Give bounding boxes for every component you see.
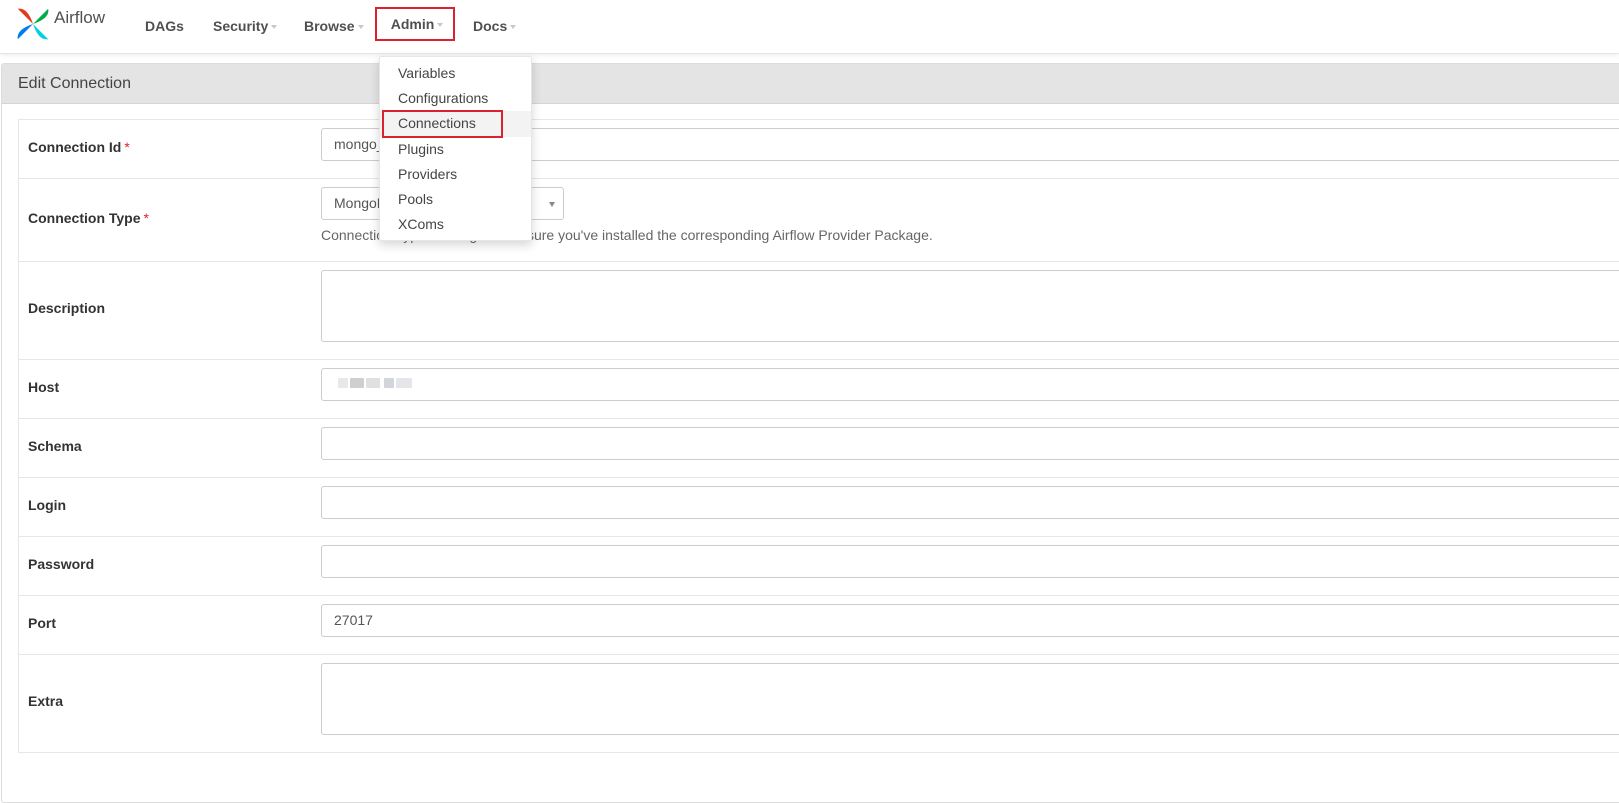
password-label: Password	[28, 556, 95, 572]
host-label: Host	[28, 379, 60, 395]
caret-down-icon	[271, 25, 278, 29]
menu-item-label: Configurations	[398, 90, 489, 107]
nav-admin-label: Admin	[390, 16, 435, 32]
form-row-connection-type: Connection Type * MongoDB Connection Type…	[19, 179, 1619, 262]
port-input[interactable]: 27017	[321, 604, 1619, 637]
form-row-connection-id: Connection Id * mongo_	[19, 120, 1619, 179]
menu-item-xcoms[interactable]: XComs	[380, 212, 531, 237]
menu-item-connections[interactable]: Connections	[380, 110, 531, 139]
login-label: Login	[28, 497, 67, 513]
nav-browse[interactable]: Browse	[304, 16, 364, 36]
nav-security-label: Security	[213, 18, 269, 34]
nav-dags[interactable]: DAGs	[145, 16, 184, 36]
form-row-schema: Schema	[19, 419, 1619, 478]
menu-item-pools[interactable]: Pools	[380, 187, 531, 212]
connection-type-label: Connection Type *	[28, 210, 149, 226]
port-label: Port	[28, 615, 56, 631]
menu-item-label: Plugins	[398, 140, 444, 157]
brand-link[interactable]: Airflow	[14, 4, 105, 44]
nav-docs[interactable]: Docs	[473, 16, 517, 36]
password-input[interactable]	[321, 545, 1619, 578]
top-navbar: Airflow DAGs Security Browse Admin Docs	[0, 0, 1619, 54]
nav-security[interactable]: Security	[213, 16, 278, 36]
connection-type-label-text: Connection Type	[28, 210, 141, 226]
connection-id-label-text: Connection Id	[28, 139, 122, 155]
form-row-login: Login	[19, 478, 1619, 537]
menu-item-variables[interactable]: Variables	[380, 61, 531, 86]
host-input[interactable]	[321, 368, 1619, 401]
form-row-port: Port 27017	[19, 596, 1619, 655]
airflow-logo-icon	[14, 5, 52, 43]
caret-down-icon	[549, 202, 555, 207]
connection-form: Connection Id * mongo_ Connection Type * M…	[18, 119, 1619, 753]
brand-name: Airflow	[54, 8, 106, 27]
required-mark: *	[143, 210, 149, 226]
extra-textarea[interactable]	[321, 663, 1619, 735]
redacted-block	[366, 378, 380, 388]
menu-item-label: XComs	[398, 216, 444, 233]
menu-item-configurations[interactable]: Configurations	[380, 86, 531, 111]
nav-admin[interactable]: Admin	[375, 7, 455, 41]
nav-browse-label: Browse	[304, 18, 355, 34]
caret-down-icon	[437, 23, 444, 27]
edit-connection-panel: Edit Connection Connection Id * mongo_ Co…	[1, 63, 1619, 803]
form-row-description: Description	[19, 262, 1619, 360]
required-mark: *	[124, 139, 130, 155]
description-textarea[interactable]	[321, 270, 1619, 342]
nav-dags-label: DAGs	[145, 18, 184, 34]
panel-title: Edit Connection	[2, 64, 1619, 104]
form-row-extra: Extra	[19, 655, 1619, 753]
description-label: Description	[28, 300, 106, 316]
caret-down-icon	[357, 25, 364, 29]
nav-docs-label: Docs	[473, 18, 508, 34]
redacted-block	[338, 378, 348, 388]
connection-id-label: Connection Id *	[28, 139, 130, 155]
form-row-password: Password	[19, 537, 1619, 596]
login-input[interactable]	[321, 486, 1619, 519]
menu-item-plugins[interactable]: Plugins	[380, 137, 531, 162]
caret-down-icon	[510, 25, 517, 29]
menu-item-providers[interactable]: Providers	[380, 162, 531, 187]
redacted-block	[350, 378, 364, 388]
menu-item-label: Providers	[398, 165, 458, 182]
redacted-block	[396, 378, 412, 388]
extra-label: Extra	[28, 693, 64, 709]
menu-item-label: Pools	[398, 190, 434, 207]
redacted-block	[384, 378, 394, 388]
highlight-box	[382, 110, 503, 139]
form-row-host: Host	[19, 360, 1619, 419]
schema-label: Schema	[28, 438, 82, 454]
menu-item-label: Variables	[398, 65, 456, 81]
admin-dropdown-menu: Variables Configurations Connections Plu…	[379, 56, 532, 241]
schema-input[interactable]	[321, 427, 1619, 460]
